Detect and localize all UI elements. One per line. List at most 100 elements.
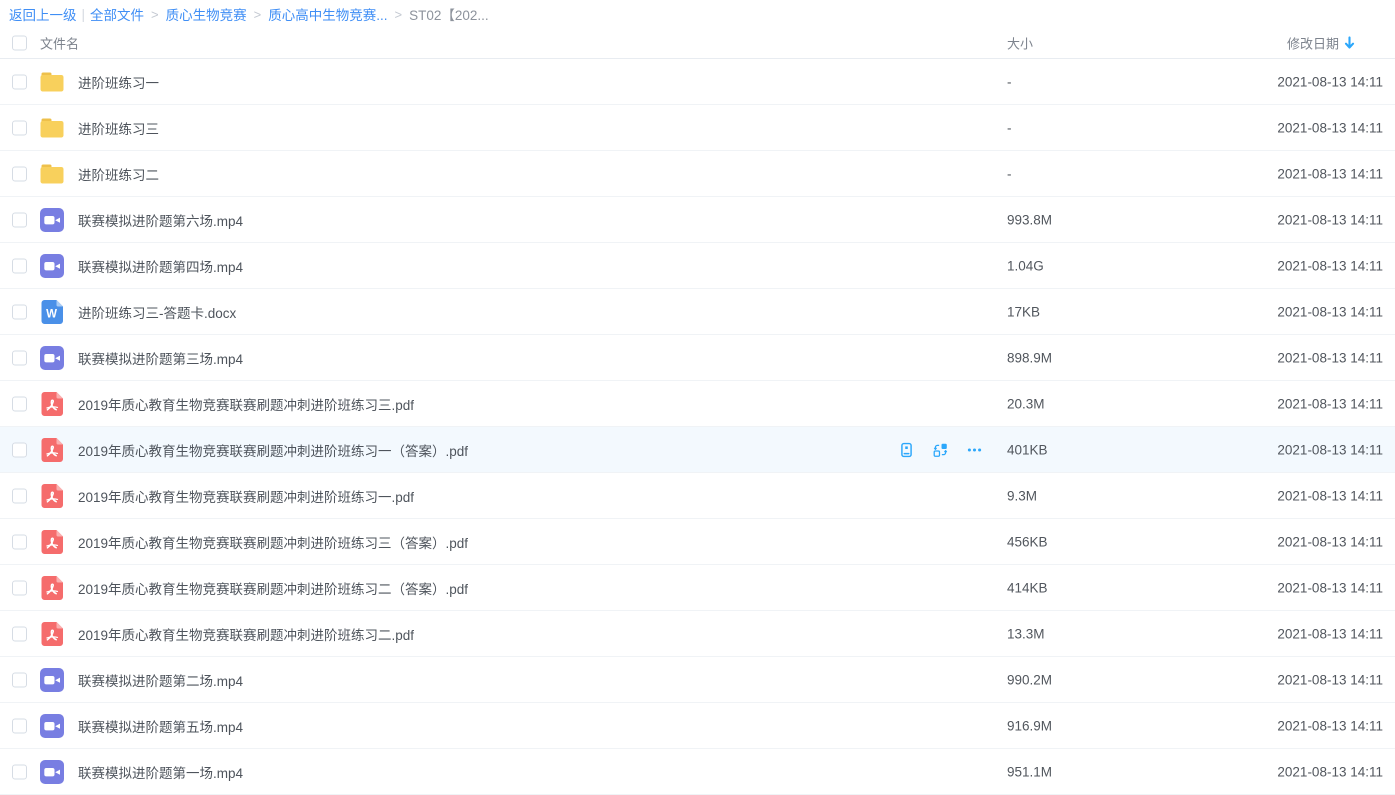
table-row[interactable]: W 2019年质心教育生物竞赛联赛刷题冲刺进阶班练习三.pdf bbox=[0, 381, 1395, 427]
video-file-icon bbox=[40, 714, 64, 738]
file-size: 9.3M bbox=[1007, 488, 1037, 503]
file-date: 2021-08-13 14:11 bbox=[1277, 74, 1383, 89]
svg-text:W: W bbox=[46, 308, 57, 320]
pdf-file-icon bbox=[40, 576, 64, 600]
table-row[interactable]: W 2019年质心教育生物竞赛联赛刷题冲刺进阶班练习一.pdf bbox=[0, 473, 1395, 519]
file-name-link[interactable]: 联赛模拟进阶题第六场.mp4 bbox=[78, 210, 243, 230]
row-checkbox[interactable] bbox=[12, 488, 27, 503]
row-checkbox[interactable] bbox=[12, 258, 27, 273]
table-row[interactable]: W 联赛模拟进阶题第六场.mp4 bbox=[0, 197, 1395, 243]
file-name-link[interactable]: 2019年质心教育生物竞赛联赛刷题冲刺进阶班练习二（答案）.pdf bbox=[78, 578, 468, 598]
table-row[interactable]: W 2019年质心教育生物竞赛联赛刷题冲刺进阶班练习一（答案）.pdf bbox=[0, 427, 1395, 473]
file-name-link[interactable]: 2019年质心教育生物竞赛联赛刷题冲刺进阶班练习一.pdf bbox=[78, 486, 414, 506]
row-checkbox[interactable] bbox=[12, 350, 27, 365]
file-name-link[interactable]: 联赛模拟进阶题第一场.mp4 bbox=[78, 762, 243, 782]
file-name-link[interactable]: 联赛模拟进阶题第五场.mp4 bbox=[78, 716, 243, 736]
file-size: - bbox=[1007, 166, 1012, 181]
file-size: 990.2M bbox=[1007, 672, 1052, 687]
file-name-link[interactable]: 进阶班练习三-答题卡.docx bbox=[78, 302, 236, 322]
file-name-link[interactable]: 联赛模拟进阶题第二场.mp4 bbox=[78, 670, 243, 690]
file-date: 2021-08-13 14:11 bbox=[1277, 718, 1383, 733]
row-checkbox[interactable] bbox=[12, 304, 27, 319]
breadcrumb-back-link[interactable]: 返回上一级 bbox=[9, 4, 77, 24]
breadcrumb-item-folder-2[interactable]: 质心高中生物竞赛... bbox=[268, 4, 387, 24]
file-date: 2021-08-13 14:11 bbox=[1277, 304, 1383, 319]
video-file-icon bbox=[40, 254, 64, 278]
row-checkbox[interactable] bbox=[12, 580, 27, 595]
row-checkbox[interactable] bbox=[12, 672, 27, 687]
table-row[interactable]: W 联赛模拟进阶题第四场.mp4 bbox=[0, 243, 1395, 289]
file-name-link[interactable]: 2019年质心教育生物竞赛联赛刷题冲刺进阶班练习一（答案）.pdf bbox=[78, 440, 468, 460]
table-header: 文件名 大小 修改日期 bbox=[0, 28, 1395, 59]
table-row[interactable]: W 联赛模拟进阶题第二场.mp4 bbox=[0, 657, 1395, 703]
file-date: 2021-08-13 14:11 bbox=[1277, 258, 1383, 273]
file-date: 2021-08-13 14:11 bbox=[1277, 442, 1383, 457]
table-row[interactable]: W 进阶班练习三 bbox=[0, 105, 1395, 151]
row-checkbox[interactable] bbox=[12, 396, 27, 411]
breadcrumb: 返回上一级 | 全部文件 > 质心生物竞赛 > 质心高中生物竞赛... > ST… bbox=[0, 0, 1395, 28]
file-manager-page: 返回上一级 | 全部文件 > 质心生物竞赛 > 质心高中生物竞赛... > ST… bbox=[0, 0, 1395, 768]
row-hover-actions bbox=[898, 441, 983, 458]
sort-desc-icon[interactable] bbox=[1344, 37, 1355, 50]
file-name-link[interactable]: 进阶班练习三 bbox=[78, 118, 159, 138]
row-checkbox[interactable] bbox=[12, 764, 27, 779]
row-checkbox[interactable] bbox=[12, 166, 27, 181]
pdf-file-icon bbox=[40, 484, 64, 508]
file-name-link[interactable]: 联赛模拟进阶题第三场.mp4 bbox=[78, 348, 243, 368]
send-to-device-icon[interactable] bbox=[898, 441, 915, 458]
file-date: 2021-08-13 14:11 bbox=[1277, 120, 1383, 135]
file-size: 1.04G bbox=[1007, 258, 1044, 273]
table-row[interactable]: W 进阶班练习三-答题卡.docx bbox=[0, 289, 1395, 335]
more-options-icon[interactable] bbox=[966, 441, 983, 458]
row-checkbox[interactable] bbox=[12, 626, 27, 641]
select-all-checkbox[interactable] bbox=[12, 36, 27, 51]
video-file-icon bbox=[40, 760, 64, 784]
transfer-icon[interactable] bbox=[932, 441, 949, 458]
table-row[interactable]: W 2019年质心教育生物竞赛联赛刷题冲刺进阶班练习三（答案）.pdf bbox=[0, 519, 1395, 565]
column-header-size: 大小 bbox=[1007, 34, 1033, 53]
table-row[interactable]: W 2019年质心教育生物竞赛联赛刷题冲刺进阶班练习二.pdf bbox=[0, 611, 1395, 657]
table-row[interactable]: W 联赛模拟进阶题第一场.mp4 bbox=[0, 749, 1395, 795]
file-name-link[interactable]: 进阶班练习一 bbox=[78, 72, 159, 92]
folder-icon bbox=[40, 116, 64, 140]
file-name-link[interactable]: 2019年质心教育生物竞赛联赛刷题冲刺进阶班练习三.pdf bbox=[78, 394, 414, 414]
file-name-link[interactable]: 2019年质心教育生物竞赛联赛刷题冲刺进阶班练习三（答案）.pdf bbox=[78, 532, 468, 552]
file-date: 2021-08-13 14:11 bbox=[1277, 488, 1383, 503]
video-file-icon bbox=[40, 668, 64, 692]
row-checkbox[interactable] bbox=[12, 718, 27, 733]
table-row[interactable]: W 2019年质心教育生物竞赛联赛刷题冲刺进阶班练习二（答案）.pdf bbox=[0, 565, 1395, 611]
row-checkbox[interactable] bbox=[12, 74, 27, 89]
word-file-icon: W bbox=[40, 300, 64, 324]
file-size: 456KB bbox=[1007, 534, 1048, 549]
row-checkbox[interactable] bbox=[12, 212, 27, 227]
table-row[interactable]: W 进阶班练习二 bbox=[0, 151, 1395, 197]
column-header-date-label: 修改日期 bbox=[1287, 34, 1339, 53]
file-date: 2021-08-13 14:11 bbox=[1277, 626, 1383, 641]
breadcrumb-item-folder-1[interactable]: 质心生物竞赛 bbox=[166, 4, 247, 24]
table-row[interactable]: W 进阶班练习一 bbox=[0, 59, 1395, 105]
breadcrumb-item-all-files[interactable]: 全部文件 bbox=[90, 4, 144, 24]
file-size: 898.9M bbox=[1007, 350, 1052, 365]
video-file-icon bbox=[40, 346, 64, 370]
breadcrumb-current-folder: ST02【202... bbox=[409, 4, 489, 24]
file-name-link[interactable]: 联赛模拟进阶题第四场.mp4 bbox=[78, 256, 243, 276]
video-file-icon bbox=[40, 208, 64, 232]
table-row[interactable]: W 联赛模拟进阶题第五场.mp4 bbox=[0, 703, 1395, 749]
row-checkbox[interactable] bbox=[12, 534, 27, 549]
pdf-file-icon bbox=[40, 530, 64, 554]
file-date: 2021-08-13 14:11 bbox=[1277, 580, 1383, 595]
file-list: W 进阶班练习一 bbox=[0, 59, 1395, 795]
file-date: 2021-08-13 14:11 bbox=[1277, 166, 1383, 181]
row-checkbox[interactable] bbox=[12, 120, 27, 135]
column-header-date[interactable]: 修改日期 bbox=[1287, 34, 1355, 53]
pdf-file-icon bbox=[40, 392, 64, 416]
row-checkbox[interactable] bbox=[12, 442, 27, 457]
file-size: 414KB bbox=[1007, 580, 1048, 595]
file-size: 916.9M bbox=[1007, 718, 1052, 733]
file-size: 993.8M bbox=[1007, 212, 1052, 227]
file-date: 2021-08-13 14:11 bbox=[1277, 534, 1383, 549]
folder-icon bbox=[40, 162, 64, 186]
table-row[interactable]: W 联赛模拟进阶题第三场.mp4 bbox=[0, 335, 1395, 381]
file-name-link[interactable]: 进阶班练习二 bbox=[78, 164, 159, 184]
file-name-link[interactable]: 2019年质心教育生物竞赛联赛刷题冲刺进阶班练习二.pdf bbox=[78, 624, 414, 644]
